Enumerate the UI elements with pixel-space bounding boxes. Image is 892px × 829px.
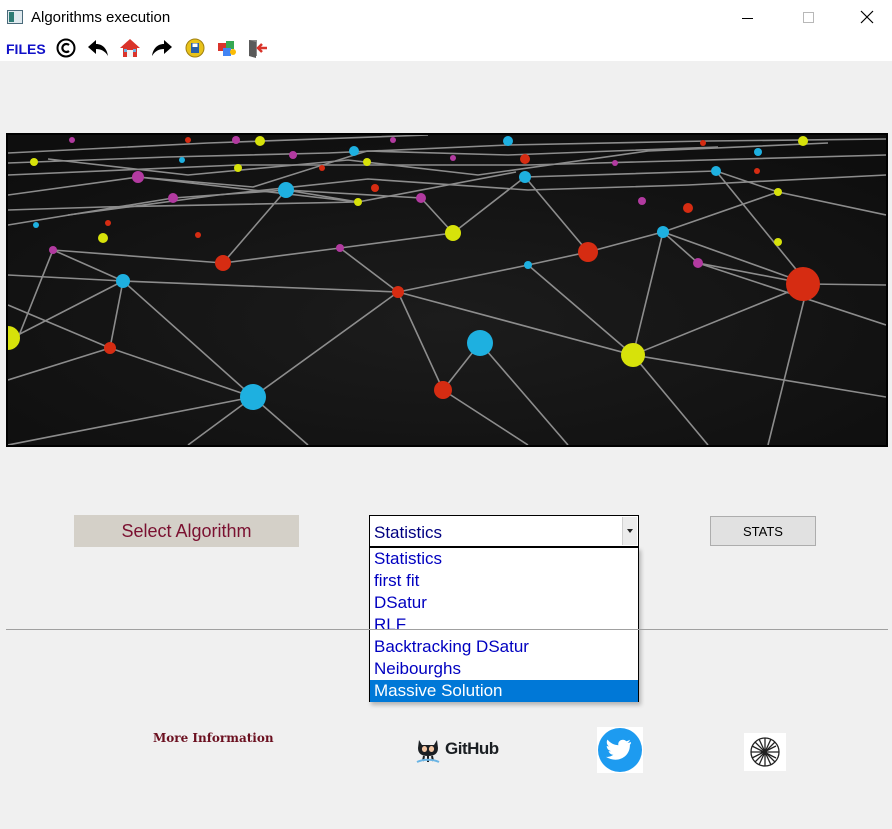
redo-icon bbox=[152, 40, 172, 56]
maximize-button[interactable] bbox=[779, 0, 837, 34]
window-app-icon bbox=[7, 10, 23, 24]
github-link[interactable]: GitHub bbox=[415, 734, 499, 764]
home-button[interactable] bbox=[119, 37, 141, 59]
github-label: GitHub bbox=[445, 739, 499, 758]
puzzle-button[interactable] bbox=[216, 37, 238, 59]
save-icon bbox=[185, 38, 205, 58]
dropdown-option[interactable]: first fit bbox=[370, 570, 638, 592]
network-graph-image bbox=[8, 135, 886, 445]
window-title: Algorithms execution bbox=[31, 9, 171, 26]
twitter-icon bbox=[598, 728, 642, 772]
github-octocat-icon bbox=[416, 740, 440, 763]
select-algorithm-label: Select Algorithm bbox=[74, 515, 299, 547]
home-icon bbox=[120, 39, 140, 57]
dropdown-option[interactable]: Backtracking DSatur bbox=[370, 636, 638, 658]
exit-icon bbox=[249, 40, 267, 58]
toolbar: FILES bbox=[0, 36, 892, 61]
title-bar: Algorithms execution bbox=[0, 0, 892, 36]
close-button[interactable] bbox=[838, 0, 892, 34]
dropdown-option[interactable]: RLF bbox=[370, 614, 638, 636]
copyright-icon bbox=[56, 38, 76, 58]
minimize-button[interactable] bbox=[718, 0, 776, 34]
separator bbox=[6, 629, 888, 630]
dropdown-option[interactable]: Statistics bbox=[370, 548, 638, 570]
redo-button[interactable] bbox=[151, 37, 173, 59]
more-information-label: More Information bbox=[153, 731, 274, 745]
puzzle-icon bbox=[218, 41, 236, 56]
globe-icon bbox=[750, 737, 780, 767]
dropdown-option[interactable]: DSatur bbox=[370, 592, 638, 614]
dropdown-option[interactable]: Neibourghs bbox=[370, 658, 638, 680]
algorithm-combobox-value: Statistics bbox=[374, 523, 443, 542]
website-link[interactable] bbox=[744, 733, 786, 771]
twitter-link[interactable] bbox=[597, 727, 643, 773]
undo-button[interactable] bbox=[87, 37, 109, 59]
copyright-button[interactable] bbox=[55, 37, 77, 59]
algorithm-combobox[interactable]: Statistics bbox=[369, 515, 639, 547]
close-icon bbox=[860, 10, 874, 24]
network-banner bbox=[6, 133, 888, 447]
save-button[interactable] bbox=[184, 37, 206, 59]
files-menu[interactable]: FILES bbox=[6, 41, 46, 57]
undo-icon bbox=[88, 40, 108, 56]
minimize-icon bbox=[741, 17, 753, 19]
maximize-icon bbox=[802, 11, 814, 23]
stats-button[interactable]: STATS bbox=[710, 516, 816, 546]
algorithm-dropdown-list: Statistics first fit DSatur RLF Backtrac… bbox=[369, 547, 639, 702]
exit-button[interactable] bbox=[247, 37, 269, 59]
dropdown-option-highlighted[interactable]: Massive Solution bbox=[370, 680, 638, 702]
chevron-down-icon[interactable] bbox=[622, 517, 637, 545]
